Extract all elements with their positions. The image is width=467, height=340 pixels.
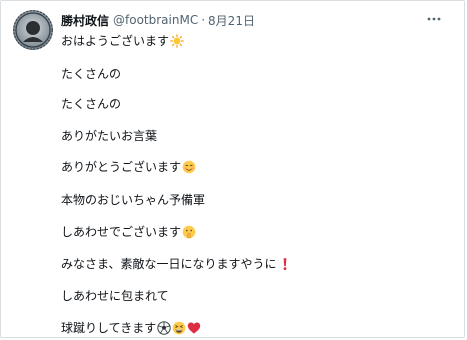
post-header: 勝村政信 @footbrainMC · 8月21日	[61, 11, 255, 29]
post-line: たくさんの	[61, 66, 121, 82]
red-heart-emoji	[187, 321, 201, 335]
post-line: 本物のおじいちゃん予備軍	[61, 192, 205, 208]
post-line-text: 本物のおじいちゃん予備軍	[61, 193, 206, 207]
more-horizontal-icon	[427, 17, 441, 21]
author-handle[interactable]: @footbrainMC	[113, 13, 198, 27]
more-options-button[interactable]	[424, 9, 444, 29]
post-line-text: しあわせに包まれて	[61, 289, 169, 303]
post-line: 球蹴りしてきます	[61, 320, 201, 336]
post-date[interactable]: 8月21日	[208, 12, 255, 29]
soccer-ball-emoji	[157, 321, 171, 335]
post-line: しあわせでございます	[61, 224, 196, 240]
post-line-text: しあわせでございます	[61, 225, 182, 239]
post-line: おはようございます	[61, 33, 184, 49]
separator-dot: ·	[201, 13, 206, 27]
post-line: みなさま、素敵な一日になりますやうに	[61, 256, 292, 272]
post-card: 勝村政信 @footbrainMC · 8月21日 おはようございます たくさん…	[0, 0, 465, 338]
post-line: たくさんの	[61, 96, 121, 112]
shushing-face-emoji	[182, 225, 196, 239]
post-line-text: ありがとうございます	[61, 160, 182, 174]
post-line: ありがとうございます	[61, 159, 196, 175]
smiling-face-emoji	[182, 160, 196, 174]
avatar-image	[13, 10, 53, 50]
sun-emoji	[170, 34, 184, 48]
post-line-text: たくさんの	[61, 67, 122, 81]
avatar[interactable]	[13, 10, 53, 50]
author-name[interactable]: 勝村政信	[61, 12, 109, 29]
post-line-text: おはようございます	[61, 34, 170, 48]
post-line-text: 球蹴りしてきます	[61, 321, 157, 335]
post-line-text: みなさま、素敵な一日になりますやうに	[61, 257, 277, 271]
grinning-squint-emoji	[172, 321, 186, 335]
post-line: ありがたいお言葉	[61, 128, 157, 144]
post-line: しあわせに包まれて	[61, 288, 169, 304]
red-exclamation-emoji	[278, 257, 292, 271]
post-line-text: たくさんの	[61, 97, 122, 111]
post-line-text: ありがたいお言葉	[61, 129, 158, 143]
